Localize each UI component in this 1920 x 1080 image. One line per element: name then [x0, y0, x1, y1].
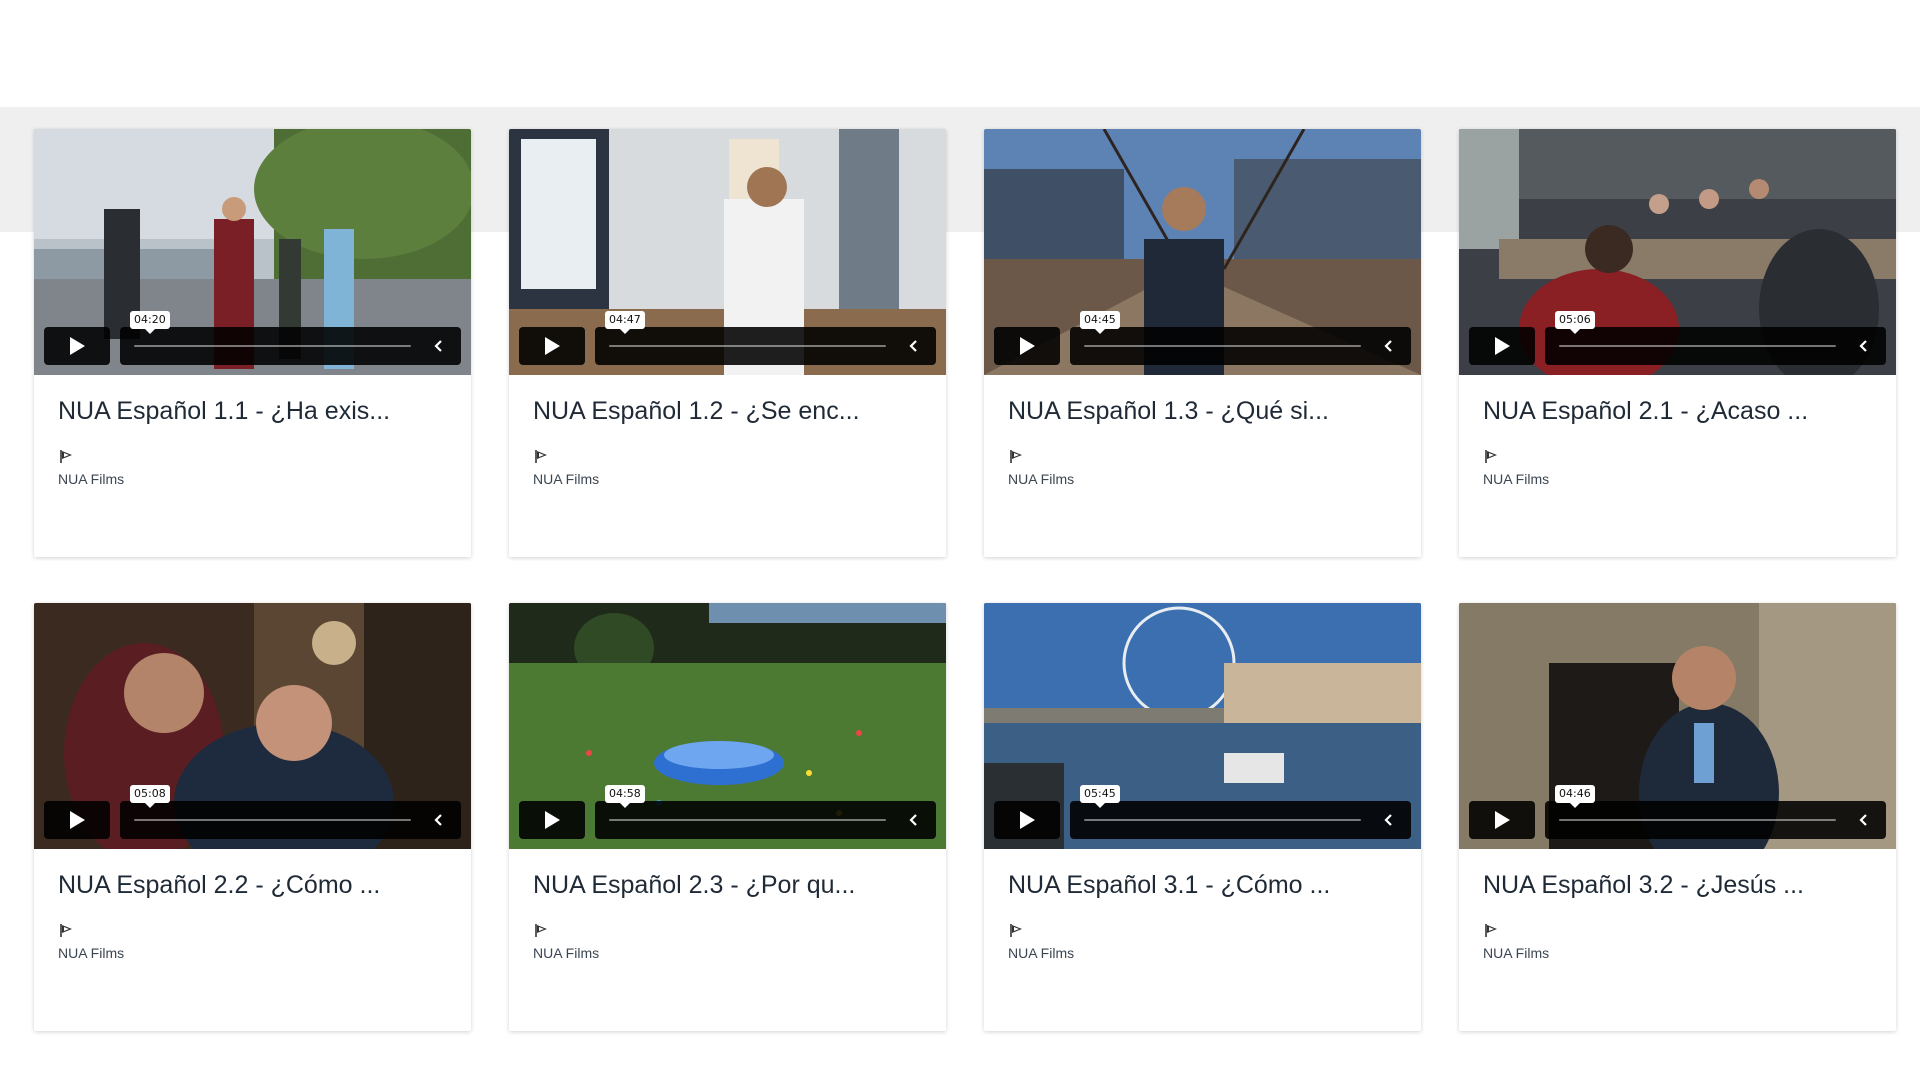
play-button[interactable]	[44, 801, 110, 839]
channel-name[interactable]: NUA Films	[58, 945, 447, 961]
duration-tooltip: 05:45	[1080, 785, 1120, 808]
chevron-left-icon[interactable]	[1379, 810, 1399, 830]
nua-flag-logo-icon	[60, 924, 72, 937]
video-card[interactable]: 05:06 NUA Español 2.1 - ¿Acaso ... NUA F…	[1459, 129, 1896, 557]
play-button[interactable]	[519, 327, 585, 365]
play-icon	[545, 337, 560, 355]
chevron-left-icon[interactable]	[1854, 810, 1874, 830]
video-thumbnail[interactable]: 04:58	[509, 603, 946, 849]
progress-bar-container	[1545, 327, 1886, 365]
progress-track[interactable]	[609, 819, 886, 821]
chevron-left-icon[interactable]	[1379, 336, 1399, 356]
play-button[interactable]	[994, 801, 1060, 839]
progress-track[interactable]	[1084, 819, 1361, 821]
progress-track[interactable]	[609, 345, 886, 347]
chevron-left-icon[interactable]	[429, 810, 449, 830]
video-title[interactable]: NUA Español 2.3 - ¿Por qu...	[533, 871, 922, 900]
video-thumbnail[interactable]: 04:47	[509, 129, 946, 375]
progress-bar-container	[1070, 801, 1411, 839]
chevron-left-icon[interactable]	[904, 336, 924, 356]
channel-name[interactable]: NUA Films	[58, 471, 447, 487]
progress-bar-container	[1545, 801, 1886, 839]
video-card[interactable]: 04:47 NUA Español 1.2 - ¿Se enc... NUA F…	[509, 129, 946, 557]
channel-name[interactable]: NUA Films	[1008, 471, 1397, 487]
progress-bar-container	[120, 327, 461, 365]
video-card[interactable]: 04:58 NUA Español 2.3 - ¿Por qu... NUA F…	[509, 603, 946, 1031]
video-card[interactable]: 05:08 NUA Español 2.2 - ¿Cómo ... NUA Fi…	[34, 603, 471, 1031]
play-icon	[545, 811, 560, 829]
progress-track[interactable]	[1559, 345, 1836, 347]
channel-name[interactable]: NUA Films	[533, 945, 922, 961]
nua-flag-logo-icon	[1010, 924, 1022, 937]
nua-flag-logo-icon	[1485, 924, 1497, 937]
play-button[interactable]	[994, 327, 1060, 365]
channel-name[interactable]: NUA Films	[1008, 945, 1397, 961]
channel-name[interactable]: NUA Films	[1483, 945, 1872, 961]
video-title[interactable]: NUA Español 3.1 - ¿Cómo ...	[1008, 871, 1397, 900]
progress-track[interactable]	[1559, 819, 1836, 821]
video-controls: 05:45	[994, 785, 1411, 839]
video-thumbnail[interactable]: 04:46	[1459, 603, 1896, 849]
video-title[interactable]: NUA Español 1.3 - ¿Qué si...	[1008, 397, 1397, 426]
video-title[interactable]: NUA Español 3.2 - ¿Jesús ...	[1483, 871, 1872, 900]
play-icon	[70, 337, 85, 355]
video-controls: 04:47	[519, 311, 936, 365]
duration-tooltip: 04:47	[605, 311, 645, 334]
chevron-left-icon[interactable]	[1854, 336, 1874, 356]
video-card[interactable]: 04:46 NUA Español 3.2 - ¿Jesús ... NUA F…	[1459, 603, 1896, 1031]
play-icon	[70, 811, 85, 829]
play-button[interactable]	[1469, 327, 1535, 365]
video-title[interactable]: NUA Español 2.1 - ¿Acaso ...	[1483, 397, 1872, 426]
duration-tooltip: 05:08	[130, 785, 170, 808]
nua-flag-logo-icon	[1010, 450, 1022, 463]
video-controls: 05:08	[44, 785, 461, 839]
video-controls: 04:58	[519, 785, 936, 839]
play-icon	[1020, 337, 1035, 355]
page-header-area	[0, 0, 1920, 107]
chevron-left-icon[interactable]	[904, 810, 924, 830]
video-thumbnail[interactable]: 05:06	[1459, 129, 1896, 375]
video-controls: 04:45	[994, 311, 1411, 365]
video-title[interactable]: NUA Español 2.2 - ¿Cómo ...	[58, 871, 447, 900]
video-grid: 04:20 NUA Español 1.1 - ¿Ha exis... NUA …	[34, 129, 1896, 1031]
duration-tooltip: 04:46	[1555, 785, 1595, 808]
progress-bar-container	[120, 801, 461, 839]
duration-tooltip: 05:06	[1555, 311, 1595, 334]
channel-name[interactable]: NUA Films	[1483, 471, 1872, 487]
video-controls: 05:06	[1469, 311, 1886, 365]
duration-tooltip: 04:58	[605, 785, 645, 808]
video-card[interactable]: 04:20 NUA Español 1.1 - ¿Ha exis... NUA …	[34, 129, 471, 557]
video-controls: 04:20	[44, 311, 461, 365]
progress-bar-container	[595, 801, 936, 839]
chevron-left-icon[interactable]	[429, 336, 449, 356]
nua-flag-logo-icon	[1485, 450, 1497, 463]
nua-flag-logo-icon	[535, 924, 547, 937]
video-title[interactable]: NUA Español 1.1 - ¿Ha exis...	[58, 397, 447, 426]
channel-name[interactable]: NUA Films	[533, 471, 922, 487]
play-button[interactable]	[44, 327, 110, 365]
progress-bar-container	[595, 327, 936, 365]
video-thumbnail[interactable]: 04:45	[984, 129, 1421, 375]
video-card[interactable]: 04:45 NUA Español 1.3 - ¿Qué si... NUA F…	[984, 129, 1421, 557]
play-button[interactable]	[1469, 801, 1535, 839]
video-thumbnail[interactable]: 05:45	[984, 603, 1421, 849]
play-icon	[1020, 811, 1035, 829]
play-icon	[1495, 337, 1510, 355]
video-thumbnail[interactable]: 05:08	[34, 603, 471, 849]
nua-flag-logo-icon	[60, 450, 72, 463]
nua-flag-logo-icon	[535, 450, 547, 463]
duration-tooltip: 04:45	[1080, 311, 1120, 334]
video-controls: 04:46	[1469, 785, 1886, 839]
video-card[interactable]: 05:45 NUA Español 3.1 - ¿Cómo ... NUA Fi…	[984, 603, 1421, 1031]
progress-track[interactable]	[1084, 345, 1361, 347]
play-button[interactable]	[519, 801, 585, 839]
video-thumbnail[interactable]: 04:20	[34, 129, 471, 375]
video-title[interactable]: NUA Español 1.2 - ¿Se enc...	[533, 397, 922, 426]
progress-track[interactable]	[134, 345, 411, 347]
progress-track[interactable]	[134, 819, 411, 821]
progress-bar-container	[1070, 327, 1411, 365]
duration-tooltip: 04:20	[130, 311, 170, 334]
play-icon	[1495, 811, 1510, 829]
